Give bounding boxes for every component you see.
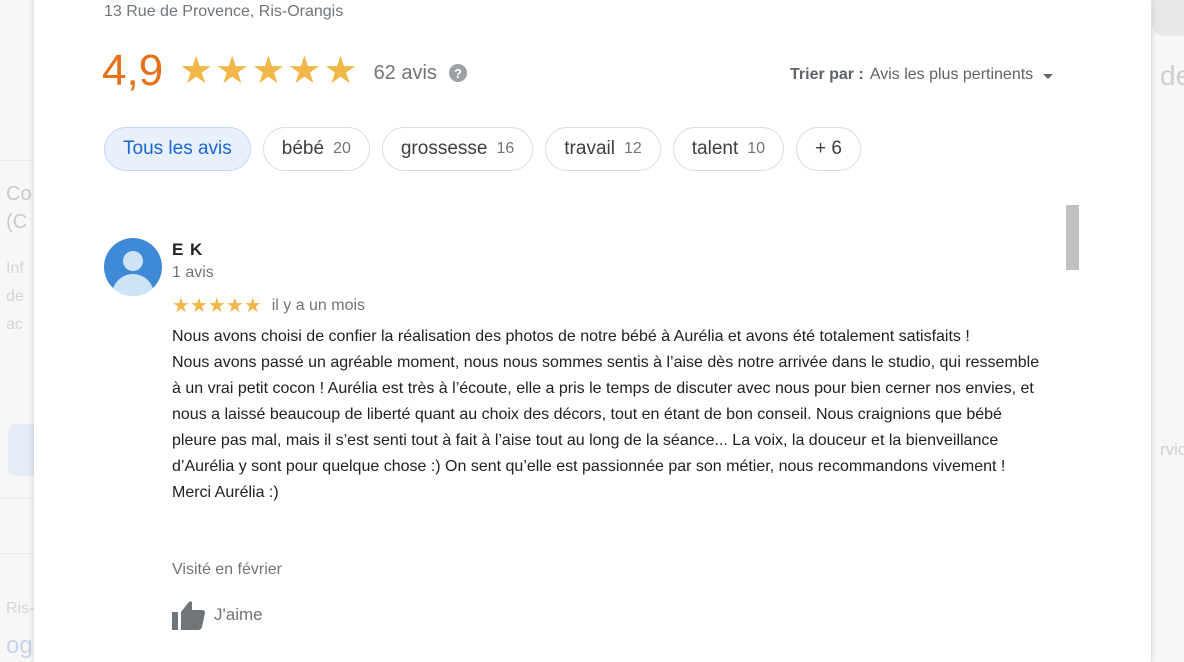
filter-chip-talent[interactable]: talent 10 (672, 127, 785, 171)
chip-label: talent (691, 138, 739, 159)
sort-dropdown[interactable]: Trier par : Avis les plus pertinents (790, 66, 1054, 84)
rating-stars: ★ ★ ★ ★ ★ (179, 52, 359, 90)
review-author[interactable]: E K (172, 240, 203, 260)
star-icon: ★ (243, 295, 262, 317)
star-icon: ★ (323, 50, 358, 92)
bg-text-fragment: ac (6, 316, 23, 333)
user-head-icon (123, 251, 143, 271)
bg-text-fragment: de (6, 288, 24, 305)
visited-date: Visité en février (172, 561, 282, 578)
bg-text-fragment: Co (6, 183, 32, 205)
filter-chip-all[interactable]: Tous les avis (104, 127, 251, 171)
bg-text-fragment: (C (6, 211, 28, 233)
review-text: Nous avons choisi de confier la réalisat… (172, 324, 1042, 506)
chip-count: 20 (333, 140, 351, 157)
chip-label: grossesse (400, 138, 488, 159)
business-address: 13 Rue de Provence, Ris-Orangis (104, 3, 344, 20)
sort-value: Avis les plus pertinents (869, 66, 1034, 83)
bg-text-fragment: de (1160, 60, 1184, 91)
review-rating: ★ ★ ★ ★ ★ il y a un mois (172, 296, 365, 316)
chip-count: 16 (496, 140, 515, 157)
review-time: il y a un mois (271, 297, 366, 314)
bg-text-fragment: rvic (1160, 440, 1184, 459)
thumbs-up-icon (172, 601, 205, 630)
star-icon: ★ (189, 295, 208, 317)
star-icon: ★ (207, 295, 226, 317)
star-icon: ★ (179, 50, 214, 92)
filter-chip-more[interactable]: + 6 (796, 127, 861, 171)
star-icon: ★ (251, 50, 286, 92)
scrollbar-thumb[interactable] (1066, 205, 1079, 270)
rating-summary: 4,9 ★ ★ ★ ★ ★ 62 avis ? (102, 46, 467, 96)
chip-label: Tous les avis (123, 138, 232, 159)
bg-text-fragment: Ris- (6, 600, 34, 617)
star-icon: ★ (225, 295, 244, 317)
like-label: J'aime (214, 605, 263, 624)
dropdown-arrow-icon (1043, 73, 1054, 79)
avatar[interactable] (104, 238, 162, 296)
chip-count: 10 (747, 140, 766, 157)
chip-label: travail (564, 138, 615, 159)
chip-label: bébé (281, 138, 325, 159)
bg-button (8, 424, 34, 476)
author-review-count: 1 avis (172, 264, 214, 281)
review-count: 62 avis (373, 61, 437, 84)
bg-thumbnail (1152, 0, 1184, 36)
star-icon: ★ (215, 50, 250, 92)
bg-text-fragment: Inf (6, 260, 24, 277)
help-icon[interactable]: ? (448, 64, 467, 82)
star-icon: ★ (287, 50, 322, 92)
filter-chip-bebe[interactable]: bébé 20 (262, 127, 370, 171)
reviews-dialog: 13 Rue de Provence, Ris-Orangis 4,9 ★ ★ ★ ★… (34, 0, 1151, 662)
average-rating: 4,9 (102, 46, 164, 95)
like-button[interactable]: J'aime (172, 600, 263, 630)
review-filter-chips: Tous les avis bébé 20 grossesse 16 trava… (104, 127, 873, 171)
star-icon: ★ (172, 295, 190, 317)
background-page-left: Co (C Inf de ac Ris- og (0, 0, 34, 662)
review-paragraph: Nous avons choisi de confier la réalisat… (172, 328, 970, 345)
review-paragraph: Merci Aurélia :) (172, 484, 279, 501)
bg-text-fragment: og (6, 632, 33, 659)
user-body-icon (112, 274, 154, 296)
filter-chip-grossesse[interactable]: grossesse 16 (381, 127, 534, 171)
review-paragraph: Nous avons passé un agréable moment, nou… (172, 354, 1040, 475)
chip-label: + 6 (815, 138, 842, 159)
sort-label: Trier par : (790, 66, 864, 83)
background-page-right: de rvic (1152, 0, 1184, 662)
chip-count: 12 (623, 140, 642, 157)
filter-chip-travail[interactable]: travail 12 (545, 127, 661, 171)
